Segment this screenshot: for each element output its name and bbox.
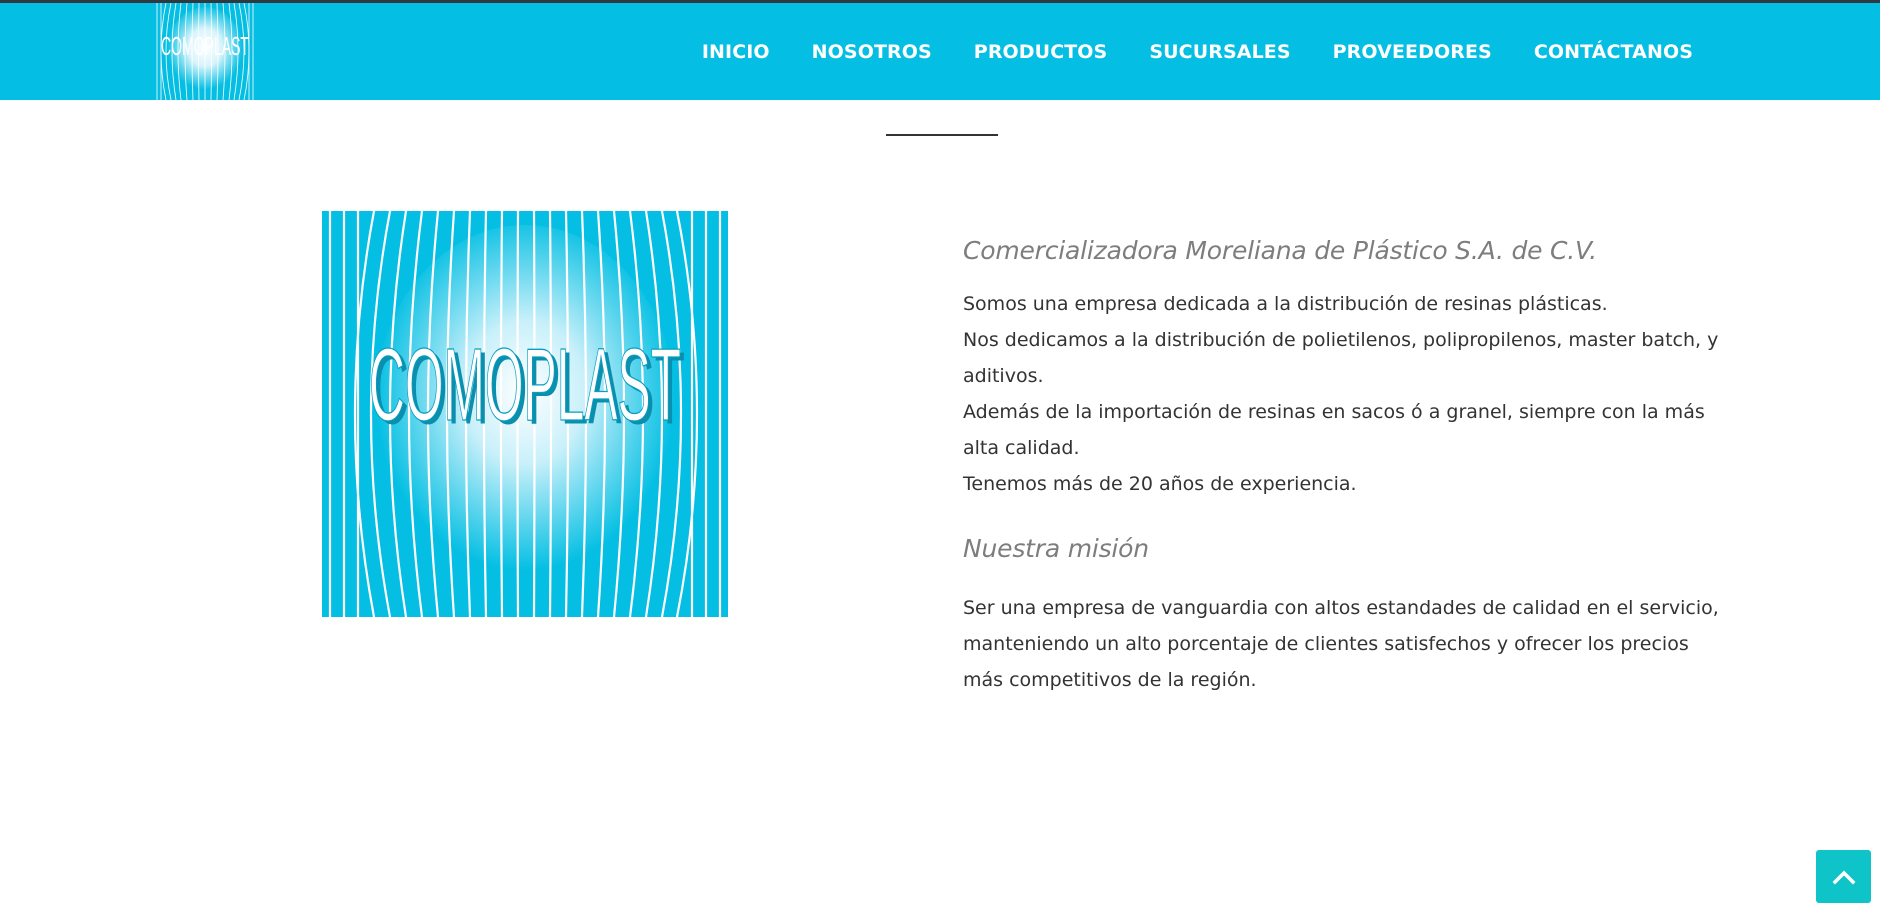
- about-paragraphs: Somos una empresa dedicada a la distribu…: [963, 286, 1723, 502]
- nav-productos[interactable]: PRODUCTOS: [974, 41, 1108, 63]
- company-name-heading: Comercializadora Moreliana de Plástico S…: [963, 236, 1597, 265]
- nav-proveedores[interactable]: PROVEEDORES: [1333, 41, 1492, 63]
- mission-text: Ser una empresa de vanguardia con altos …: [963, 597, 1719, 691]
- about-paragraph: Nos dedicamos a la distribución de polie…: [963, 329, 1719, 387]
- nav-inicio[interactable]: INICIO: [702, 41, 770, 63]
- about-paragraph: Somos una empresa dedicada a la distribu…: [963, 293, 1608, 315]
- nav-contactanos[interactable]: CONTÁCTANOS: [1534, 41, 1693, 63]
- main-nav: INICIO NOSOTROS PRODUCTOS SUCURSALES PRO…: [702, 3, 1693, 100]
- company-logo-image: COMOPLAST COMOPLAST: [322, 211, 728, 617]
- section-divider: [886, 134, 998, 136]
- mission-heading: Nuestra misión: [963, 534, 1149, 563]
- nav-nosotros[interactable]: NOSOTROS: [812, 41, 932, 63]
- chevron-up-icon: [1832, 870, 1855, 884]
- brand-logo[interactable]: COMOPLAST: [154, 3, 256, 100]
- about-paragraph: Además de la importación de resinas en s…: [963, 401, 1705, 459]
- brand-logo-text: COMOPLAST: [161, 31, 249, 60]
- scroll-to-top-button[interactable]: [1816, 850, 1871, 903]
- about-paragraph: Tenemos más de 20 años de experiencia.: [963, 473, 1357, 495]
- navbar: COMOPLAST INICIO NOSOTROS PRODUCTOS SUCU…: [0, 3, 1880, 100]
- about-section: Comercializadora Moreliana de Plástico S…: [963, 230, 1723, 698]
- company-logo-text: COMOPLAST: [369, 328, 681, 443]
- nav-sucursales[interactable]: SUCURSALES: [1149, 41, 1290, 63]
